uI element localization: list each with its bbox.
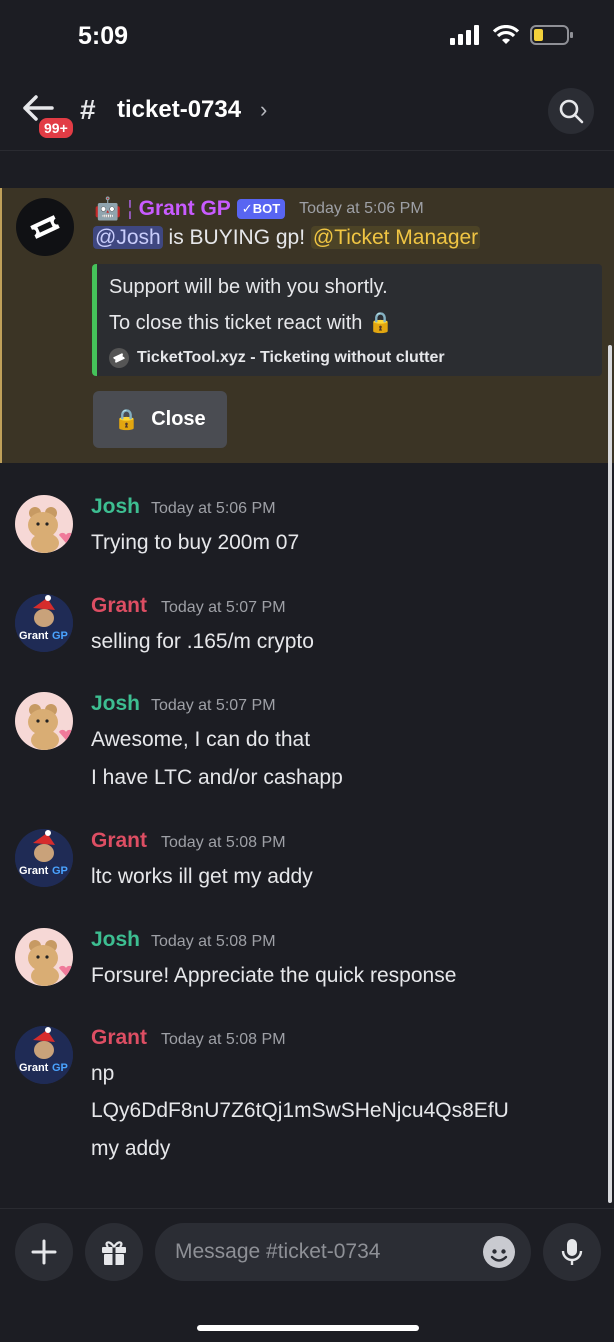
bot-message-text: @Josh is BUYING gp! @Ticket Manager [93,226,481,250]
svg-text:GP: GP [52,1062,68,1074]
robot-icon: 🤖 [94,196,122,221]
channel-hash-icon: # [80,94,96,125]
message-text: selling for .165/m crypto [91,630,314,653]
status-icons [450,24,574,46]
avatar[interactable]: Grant GP [15,1026,73,1084]
grantgp-avatar-icon: Grant GP [15,594,73,652]
grantgp-avatar-icon: Grant GP [15,1026,73,1084]
author-name[interactable]: Grant [91,594,147,618]
user-mention[interactable]: @Josh [93,226,163,249]
message-input-placeholder: Message #ticket-0734 [175,1240,381,1263]
avatar[interactable] [15,692,73,750]
bear-avatar-icon [28,704,73,750]
scrollbar[interactable] [608,345,612,1203]
message-text: my addy [91,1137,171,1160]
message-timestamp: Today at 5:06 PM [299,200,424,217]
lock-icon: 🔒 [114,409,140,431]
svg-text:GP: GP [52,865,68,877]
bot-message-header: 🤖 ¦ Grant GP ✓BOT Today at 5:06 PM [94,196,424,222]
microphone-icon [561,1239,583,1265]
avatar[interactable] [15,495,73,553]
message-timestamp: Today at 5:07 PM [151,697,276,714]
embed-footer-text: TicketTool.xyz - Ticketing without clutt… [137,349,445,366]
role-mention[interactable]: @Ticket Manager [310,226,481,249]
bot-message[interactable]: 🤖 ¦ Grant GP ✓BOT Today at 5:06 PM @Josh… [0,188,614,463]
svg-text:Grant: Grant [19,630,49,642]
message-timestamp: Today at 5:06 PM [151,500,276,517]
message-text: Awesome, I can do that [91,728,311,751]
search-icon [559,99,584,124]
message-timestamp: Today at 5:08 PM [151,933,276,950]
svg-text:Grant: Grant [19,865,49,877]
status-bar: 5:09 [0,0,614,70]
message-input[interactable]: Message #ticket-0734 [155,1223,531,1281]
author-name[interactable]: Josh [91,928,140,952]
embed-line-2: To close this ticket react with 🔒 [109,310,393,335]
message-timestamp: Today at 5:08 PM [161,834,286,851]
tickettool-icon [109,348,129,368]
gift-icon [102,1241,126,1265]
bot-embed: Support will be with you shortly. To clo… [92,264,602,376]
message-text: Trying to buy 200m 07 [91,531,300,554]
author-name[interactable]: Josh [91,495,140,519]
author-name[interactable]: Josh [91,692,140,716]
message-text: LQy6DdF8nU7Z6tQj1mSwSHeNjcu4Qs8EfU [91,1099,509,1122]
home-indicator[interactable] [197,1325,419,1331]
message-text: ltc works ill get my addy [91,865,313,888]
plus-icon [31,1239,57,1265]
smile-icon [490,1249,508,1262]
ticket-icon [30,215,60,239]
avatar[interactable] [15,928,73,986]
lock-icon: 🔒 [368,312,393,334]
battery-icon [530,25,573,45]
message-timestamp: Today at 5:07 PM [161,599,286,616]
bot-message-middle: is BUYING gp! [162,226,311,249]
avatar[interactable]: Grant GP [15,829,73,887]
chevron-right-icon[interactable]: › [260,97,267,123]
wifi-icon [492,25,520,44]
message-composer: Message #ticket-0734 [0,1208,614,1342]
bot-author-name[interactable]: Grant GP [139,197,231,221]
embed-line-1: Support will be with you shortly. [109,276,388,298]
signal-icon [450,25,479,45]
avatar[interactable]: Grant GP [15,594,73,652]
status-time: 5:09 [78,22,129,50]
message-timestamp: Today at 5:08 PM [161,1031,286,1048]
svg-text:GP: GP [52,630,68,642]
bear-avatar-icon [28,940,73,986]
close-ticket-button[interactable]: 🔒 Close [93,391,227,448]
bot-tag-badge: ✓BOT [236,199,286,219]
grantgp-avatar-icon: Grant GP [15,829,73,887]
search-button[interactable] [548,88,594,134]
gift-button[interactable] [85,1223,143,1281]
message-text: I have LTC and/or cashapp [91,766,343,789]
emoji-button[interactable] [483,1236,515,1268]
message-text: np [91,1062,115,1085]
author-name[interactable]: Grant [91,1026,147,1050]
unread-badge: 99+ [37,116,75,140]
name-divider: ¦ [127,197,133,220]
bear-avatar-icon [28,507,73,553]
embed-footer: TicketTool.xyz - Ticketing without clutt… [109,348,445,368]
svg-text:Grant: Grant [19,1062,49,1074]
close-button-label: Close [151,408,206,430]
add-attachment-button[interactable] [15,1223,73,1281]
channel-name[interactable]: ticket-0734 [117,96,241,124]
author-name[interactable]: Grant [91,829,147,853]
embed-line-2-text: To close this ticket react with [109,312,363,334]
voice-message-button[interactable] [543,1223,601,1281]
channel-header: 99+ # ticket-0734 › [0,76,614,151]
bot-avatar[interactable] [16,198,74,256]
message-text: Forsure! Appreciate the quick response [91,964,457,987]
